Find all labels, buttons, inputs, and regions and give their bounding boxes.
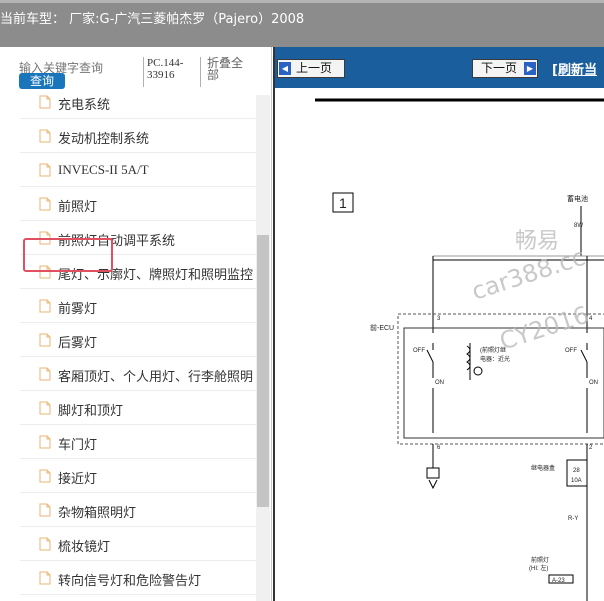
arrow-left-icon: ◀ <box>279 62 291 75</box>
tree-item-label: 梳妆镜灯 <box>58 540 111 555</box>
relay-contact-icon <box>473 366 483 376</box>
fuse-amp: 10A <box>571 478 582 484</box>
prev-page-button[interactable]: ◀ 上一页 <box>277 59 345 78</box>
relay-box-label: 继电器盒 <box>531 464 555 472</box>
left-panel: 查询 PC.144-33916 折叠全部 充电系统发动机控制系统 INVECS-I… <box>0 47 272 601</box>
pin-6: 6 <box>437 445 441 451</box>
lamp-label-1: 前照灯 <box>531 556 549 564</box>
ecu-label: 前-ECU <box>370 323 394 332</box>
tree-list: 充电系统 发动机控制系统 INVECS-II 5A/T 前照灯 前照灯自动调平系统 尾灯、… <box>20 95 256 601</box>
wiring-diagram: 1 蓄电池 8W 前-ECU 3 4 OFF OFF ON ON (前照灯继 电… <box>315 98 604 601</box>
prev-page-label: 上一页 <box>296 61 333 75</box>
tree-item[interactable]: 前雾灯 <box>20 289 256 323</box>
document-icon <box>39 469 51 483</box>
header-top-line <box>0 0 604 3</box>
tree-item-label: 前照灯 <box>58 200 98 215</box>
ground-connector-icon <box>426 467 440 479</box>
section-number: 1 <box>339 195 347 211</box>
document-icon <box>39 333 51 347</box>
selected-item-highlight <box>23 238 113 272</box>
tree-item-label: 发动机控制系统 <box>58 132 150 147</box>
document-icon <box>39 537 51 551</box>
switch-on-1: ON <box>435 380 444 386</box>
document-icon <box>39 401 51 415</box>
switch-off-1: OFF <box>413 348 425 354</box>
tree-item[interactable]: 车门灯 <box>20 425 256 459</box>
pc-code: PC.144-33916 <box>147 57 184 81</box>
tree-item-label: 转向信号灯和危险警告灯 <box>58 574 202 589</box>
tree-item-label: 后雾灯 <box>58 336 98 351</box>
query-button[interactable]: 查询 <box>19 73 65 89</box>
next-page-label: 下一页 <box>481 61 518 75</box>
battery-label: 蓄电池 <box>567 194 588 203</box>
lamp-label-2: (HI: 左) <box>529 564 548 572</box>
document-icon <box>39 367 51 381</box>
ground-icon <box>428 479 438 490</box>
pin-3: 3 <box>437 316 441 322</box>
document-view[interactable]: 1 蓄电池 8W 前-ECU 3 4 OFF OFF ON ON (前照灯继 电… <box>273 88 604 601</box>
collapse-all-link[interactable]: 折叠全部 <box>207 57 247 81</box>
tree-item[interactable]: 后雾灯 <box>20 323 256 357</box>
tree-item[interactable]: 脚灯和顶灯 <box>20 391 256 425</box>
fuse-number: 28 <box>573 468 580 474</box>
switch <box>426 349 434 363</box>
document-icon <box>39 435 51 449</box>
watermark-line-1: 畅易 <box>515 229 559 254</box>
document-icon <box>39 95 51 109</box>
header-bar: 当前车型： 厂家:G-广汽三菱帕杰罗（Pajero）2008 <box>0 0 604 47</box>
document-icon <box>39 197 51 211</box>
document-icon <box>39 299 51 313</box>
scrollbar-thumb[interactable] <box>257 235 269 507</box>
tree-item[interactable]: 发动机控制系统 <box>20 119 256 153</box>
arrow-right-icon: ▶ <box>524 62 536 75</box>
watermark-line-3: CY2016 <box>496 301 592 356</box>
vehicle-title: 当前车型： 厂家:G-广汽三菱帕杰罗（Pajero）2008 <box>0 12 305 27</box>
doc-toolbar: ◀ 上一页 下一页 ▶ [刷新当 <box>273 47 604 88</box>
relay-label-2: 电器：近光 <box>480 355 510 363</box>
tree-item-label: INVECS-II 5A/T <box>58 162 149 177</box>
connector-label: A-23 <box>552 578 565 584</box>
tree-item[interactable]: 接近灯 <box>20 459 256 493</box>
next-page-button[interactable]: 下一页 ▶ <box>472 59 538 78</box>
tree-item[interactable]: 梳妆镜灯 <box>20 527 256 561</box>
document-icon <box>39 163 51 177</box>
tree-item-label: 充电系统 <box>58 98 111 113</box>
tree-item[interactable]: 转向信号灯和危险警告灯 <box>20 561 256 595</box>
tree-item-label: 脚灯和顶灯 <box>58 404 124 419</box>
app-window: 当前车型： 厂家:G-广汽三菱帕杰罗（Pajero）2008 查询 PC.144… <box>0 0 604 601</box>
pin-2: 2 <box>589 445 593 451</box>
switch-off-2: OFF <box>565 348 577 354</box>
wire-8w-label: 8W <box>574 223 583 229</box>
document-icon <box>39 129 51 143</box>
tree-scrollbar[interactable] <box>256 95 270 601</box>
tree-item-label: 接近灯 <box>58 472 98 487</box>
tree-item-label: 前雾灯 <box>58 302 98 317</box>
tree-item[interactable]: 杂物箱照明灯 <box>20 493 256 527</box>
tree-item-label: 车门灯 <box>58 438 98 453</box>
divider <box>143 57 144 87</box>
wire-ry-label: R-Y <box>568 516 578 522</box>
divider <box>200 57 201 87</box>
tree-item[interactable]: 前照灯 <box>20 187 256 221</box>
tree-item-label: 杂物箱照明灯 <box>58 506 137 521</box>
document-icon <box>39 503 51 517</box>
tree-item[interactable]: 充电系统 <box>20 95 256 119</box>
relay-coil-icon <box>466 345 471 371</box>
tree-item[interactable]: INVECS-II 5A/T <box>20 153 256 187</box>
tree-item-label: 客厢顶灯、个人用灯、行李舱照明 <box>58 370 254 385</box>
switch-on-2: ON <box>589 380 598 386</box>
document-icon <box>39 571 51 585</box>
tree-item[interactable]: 客厢顶灯、个人用灯、行李舱照明 <box>20 357 256 391</box>
switch <box>580 349 588 363</box>
refresh-link[interactable]: [刷新当 <box>552 59 597 78</box>
document-panel: ◀ 上一页 下一页 ▶ [刷新当 1 蓄电池 8W 前-ECU 3 4 OFF … <box>273 47 604 601</box>
